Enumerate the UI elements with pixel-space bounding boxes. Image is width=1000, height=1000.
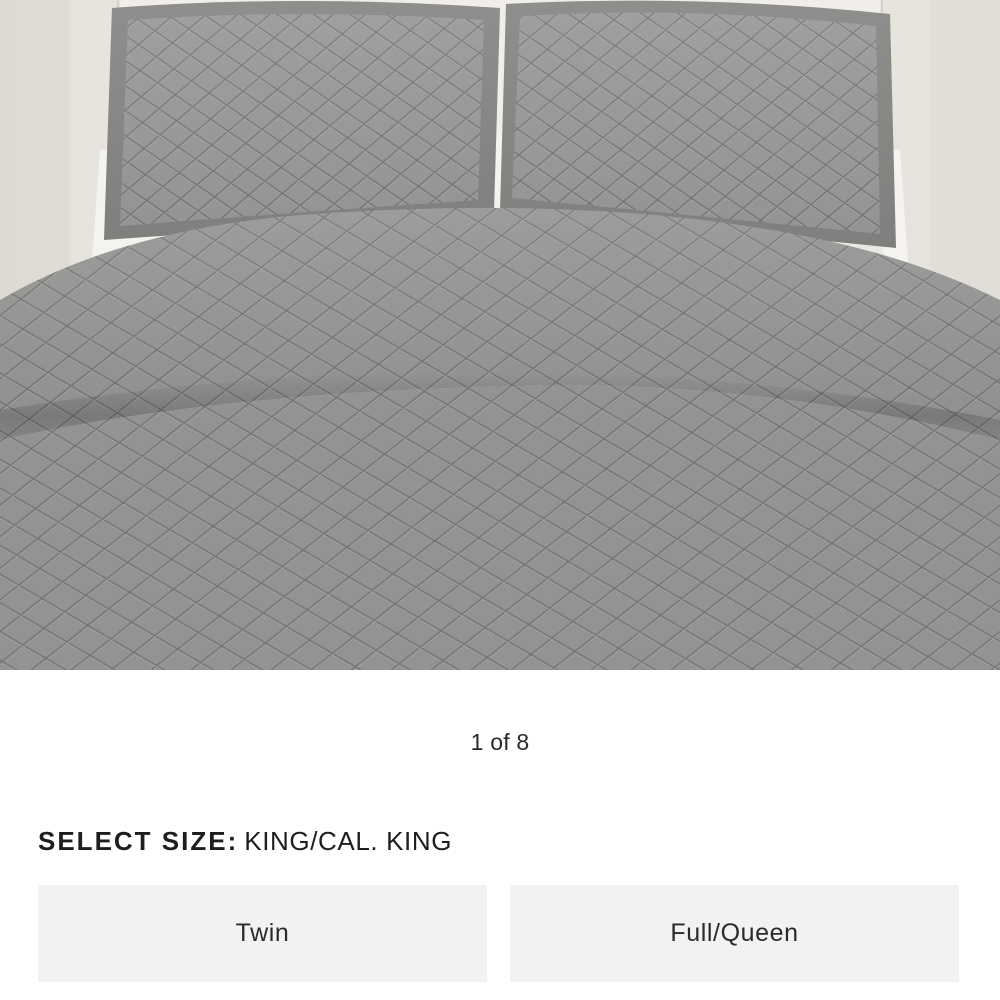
size-option-twin[interactable]: Twin xyxy=(38,885,487,982)
product-detail-page: 1 of 8 SELECT SIZE: KING/CAL. KING Twin F… xyxy=(0,0,1000,1000)
size-option-full-queen[interactable]: Full/Queen xyxy=(510,885,959,982)
product-image[interactable] xyxy=(0,0,1000,670)
selected-size-value: KING/CAL. KING xyxy=(244,826,453,856)
size-selector-label: SELECT SIZE: xyxy=(38,826,239,856)
size-selector-heading: SELECT SIZE: KING/CAL. KING xyxy=(38,826,452,857)
carousel-counter: 1 of 8 xyxy=(470,729,530,755)
